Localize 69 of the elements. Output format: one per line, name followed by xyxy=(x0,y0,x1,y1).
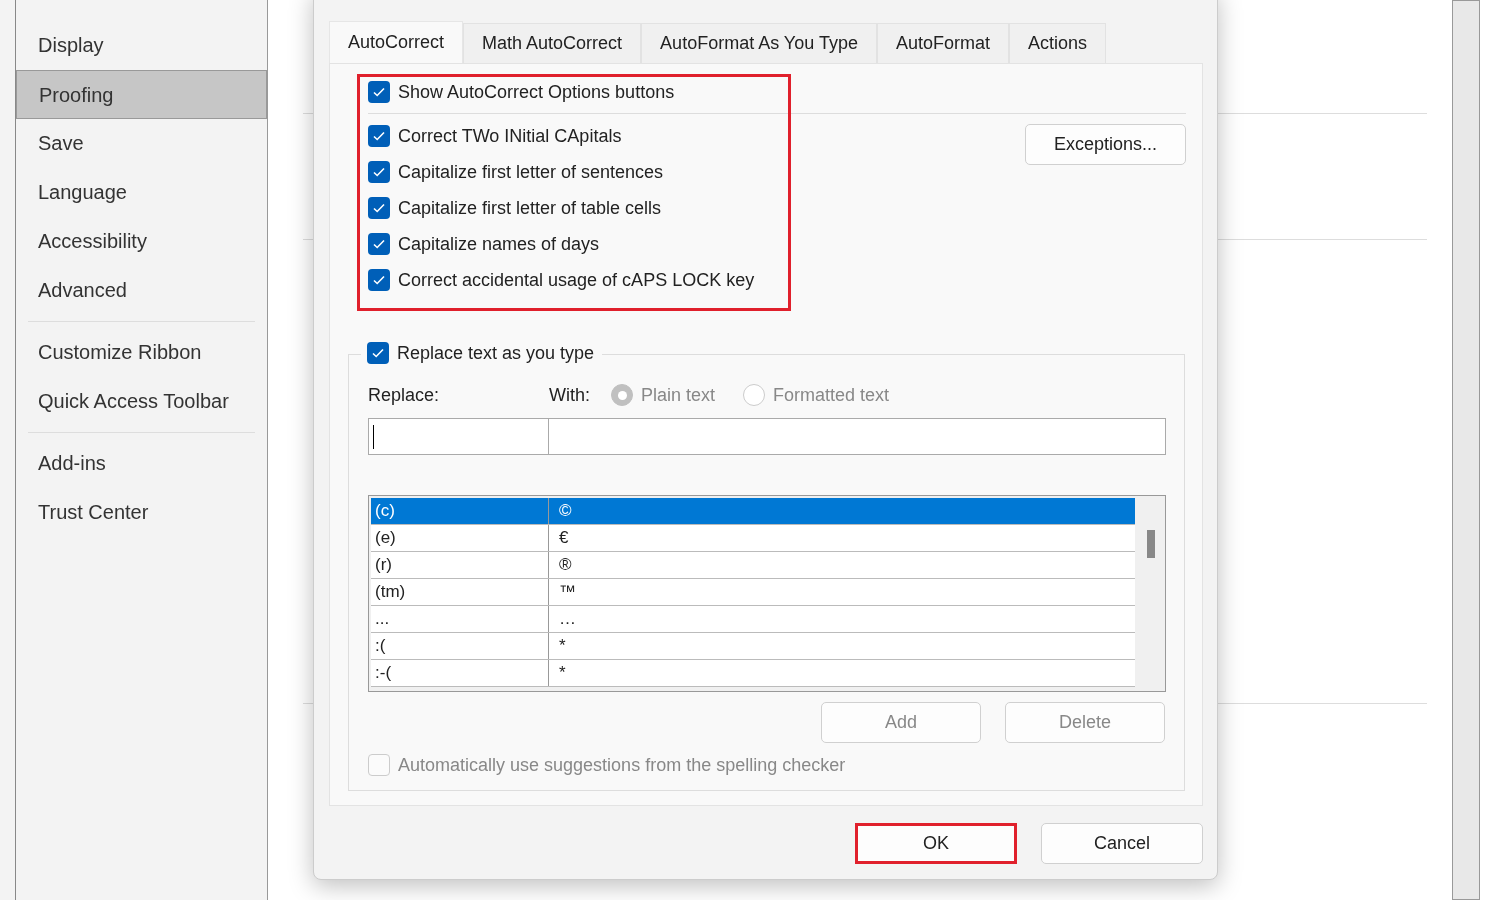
sidebar-item[interactable]: Language xyxy=(16,168,255,217)
check-icon xyxy=(372,237,386,251)
table-row[interactable]: :( * xyxy=(371,633,1135,660)
checkbox-label: Correct TWo INitial CApitals xyxy=(398,124,622,148)
checkbox[interactable] xyxy=(368,197,390,219)
checkbox-label: Automatically use suggestions from the spelling checker xyxy=(398,753,846,777)
checkbox-label: Capitalize first letter of sentences xyxy=(398,160,664,184)
tab[interactable]: Math AutoCorrect xyxy=(463,23,642,63)
checkbox[interactable] xyxy=(368,81,390,103)
sidebar-item[interactable]: Trust Center xyxy=(28,488,255,537)
table-cell: :( xyxy=(375,636,386,655)
tab[interactable]: Actions xyxy=(1008,23,1106,63)
sidebar-item[interactable]: Quick Access Toolbar xyxy=(28,377,255,426)
cancel-button[interactable]: Cancel xyxy=(1041,823,1203,864)
checkbox[interactable] xyxy=(368,161,390,183)
ok-button[interactable]: OK xyxy=(855,823,1017,864)
field-label: With: xyxy=(549,383,591,407)
table-cell: (e) xyxy=(375,528,396,547)
sidebar-item[interactable]: Display xyxy=(16,21,255,70)
with-field[interactable] xyxy=(549,418,1166,455)
sidebar-item[interactable]: Customize Ribbon xyxy=(28,328,255,377)
table-cell: (c) xyxy=(375,501,395,520)
sidebar-item[interactable]: Proofing xyxy=(16,70,267,119)
table-row[interactable]: (c) © xyxy=(371,498,1135,525)
checkbox[interactable] xyxy=(368,233,390,255)
table-row[interactable]: :-( * xyxy=(371,660,1135,687)
table-cell: … xyxy=(559,609,576,628)
checkbox[interactable] xyxy=(368,125,390,147)
sidebar-item[interactable]: Save xyxy=(16,119,255,168)
tab[interactable]: AutoFormat As You Type xyxy=(641,23,877,63)
sidebar-item[interactable]: Add-ins xyxy=(28,439,255,488)
scrollbar-thumb[interactable] xyxy=(1147,530,1155,558)
table-row[interactable]: (r) ® xyxy=(371,552,1135,579)
checkbox[interactable] xyxy=(368,269,390,291)
tab[interactable]: AutoCorrect xyxy=(329,21,464,63)
table-cell: (tm) xyxy=(375,582,406,601)
replace-field[interactable] xyxy=(368,418,549,455)
table-cell: ® xyxy=(559,555,572,574)
check-icon xyxy=(372,273,386,287)
radio-label: Plain text xyxy=(641,383,716,407)
check-icon xyxy=(372,85,386,99)
radio-label: Formatted text xyxy=(773,383,890,407)
table-cell: € xyxy=(559,528,569,547)
table-cell: * xyxy=(559,636,566,655)
table-cell: ... xyxy=(375,609,390,628)
field-label: Replace: xyxy=(368,383,441,407)
checkbox-label: Capitalize names of days xyxy=(398,232,600,256)
checkbox-label: Replace text as you type xyxy=(397,341,595,365)
table-row[interactable]: (e) € xyxy=(371,525,1135,552)
table-cell: ™ xyxy=(559,582,576,601)
scrollbar[interactable] xyxy=(1452,0,1480,900)
checkbox-label: Capitalize first letter of table cells xyxy=(398,196,662,220)
sidebar-item[interactable]: Accessibility xyxy=(16,217,255,266)
table-cell: © xyxy=(559,501,572,520)
exceptions-button[interactable]: Exceptions... xyxy=(1025,124,1186,165)
table-cell: * xyxy=(559,663,566,682)
sidebar-item[interactable]: Advanced xyxy=(16,266,255,315)
table-row[interactable]: ... … xyxy=(371,606,1135,633)
table-cell: :-( xyxy=(375,663,392,682)
checkbox-label: Correct accidental usage of cAPS LOCK key xyxy=(398,268,755,292)
checkbox-label: Show AutoCorrect Options buttons xyxy=(398,80,675,104)
check-icon xyxy=(371,346,385,360)
checkbox[interactable] xyxy=(367,342,389,364)
tab[interactable]: AutoFormat xyxy=(876,23,1009,63)
table-cell: (r) xyxy=(375,555,392,574)
check-icon xyxy=(372,165,386,179)
table-row[interactable]: (tm) ™ xyxy=(371,579,1135,606)
check-icon xyxy=(372,201,386,215)
check-icon xyxy=(372,129,386,143)
